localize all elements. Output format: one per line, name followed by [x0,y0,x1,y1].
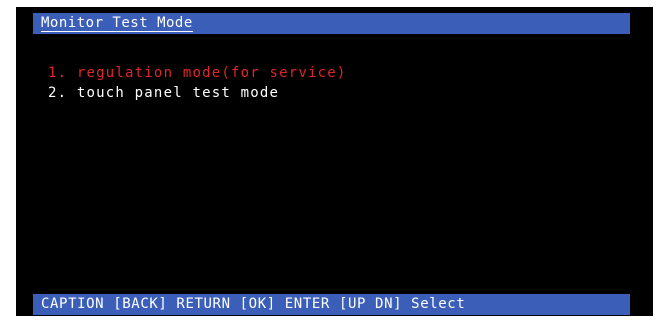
monitor-screen: Monitor Test Mode 1. regulation mode(for… [16,7,653,316]
page-title: Monitor Test Mode [41,15,193,32]
menu-item-1[interactable]: 1. regulation mode(for service) [48,63,347,83]
menu-item-2[interactable]: 2. touch panel test mode [48,83,347,103]
menu-item-label: touch panel test mode [76,85,280,101]
menu-item-number: 1. [48,65,68,81]
status-bar: CAPTION [BACK] RETURN [OK] ENTER [UP DN]… [33,294,630,315]
menu-item-label: regulation mode(for service) [76,65,347,81]
menu-list: 1. regulation mode(for service) 2. touch … [48,63,347,103]
title-bar: Monitor Test Mode [33,13,630,34]
menu-item-number: 2. [48,85,68,101]
